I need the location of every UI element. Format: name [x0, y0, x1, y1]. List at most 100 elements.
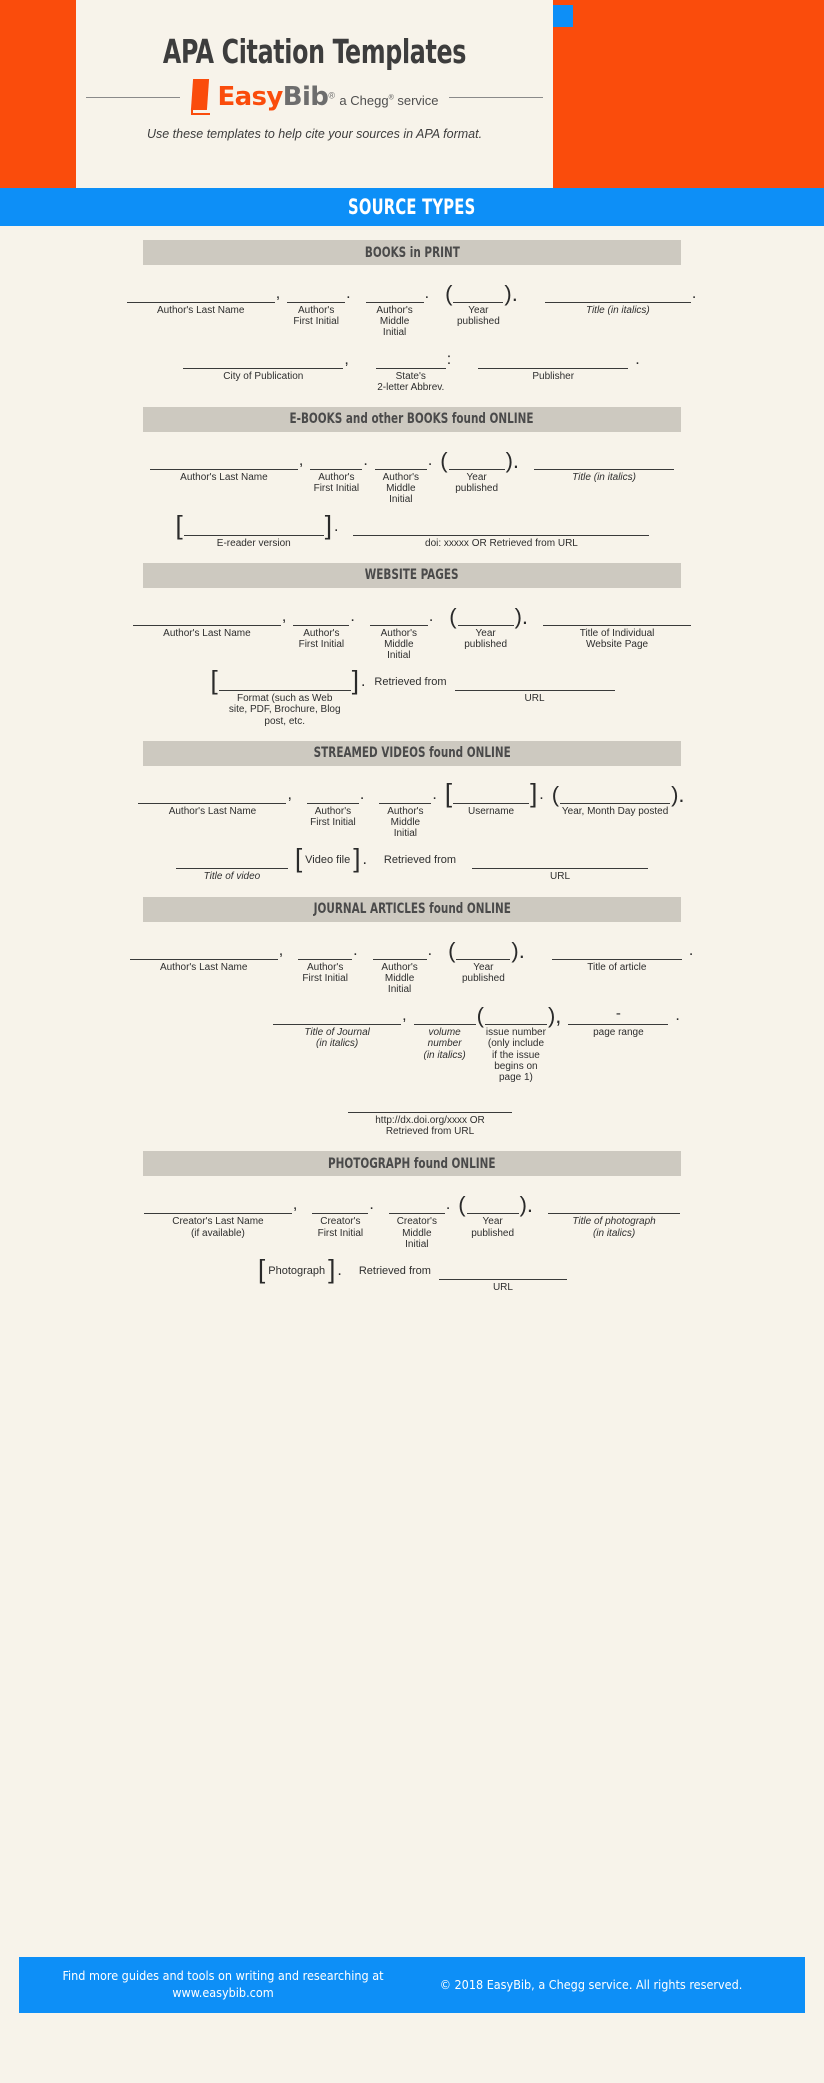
fill-in-blank[interactable]: [472, 851, 649, 870]
field-slot[interactable]: http://dx.doi.org/xxxx OR Retrieved from…: [348, 1095, 512, 1137]
fill-in-blank[interactable]: [560, 786, 671, 804]
fill-in-blank[interactable]: [310, 452, 363, 470]
fill-in-blank[interactable]: [543, 608, 692, 626]
fill-in-blank[interactable]: [466, 1196, 519, 1215]
field-slot[interactable]: Title of video: [175, 851, 288, 882]
fill-in-blank[interactable]: [369, 608, 428, 626]
template-line: [Photograph]. Retrieved from URL: [0, 1254, 824, 1293]
field-slot[interactable]: City of Publication: [183, 351, 344, 382]
field-slot[interactable]: Year published: [448, 452, 505, 494]
field-slot[interactable]: E-reader version: [183, 518, 324, 549]
fill-in-blank[interactable]: [484, 1007, 547, 1026]
field-slot[interactable]: Format (such as Web site, PDF, Brochure,…: [218, 673, 351, 727]
fill-in-blank[interactable]: [183, 518, 324, 536]
field-slot[interactable]: Author's First Initial: [287, 285, 346, 327]
book-icon: [190, 79, 212, 115]
fill-in-blank[interactable]: [544, 285, 691, 303]
fill-in-blank[interactable]: [456, 942, 511, 960]
fill-in-blank[interactable]: [129, 942, 278, 960]
template-line: Title of Journal (in italics), volume num…: [0, 1005, 824, 1083]
field-slot[interactable]: Author's Last Name: [149, 452, 298, 483]
fill-in-blank[interactable]: [138, 786, 287, 804]
fill-in-blank[interactable]: [413, 1007, 476, 1026]
punctuation-mark: .: [360, 673, 366, 691]
fill-in-blank[interactable]: [551, 942, 682, 960]
fill-in-blank[interactable]: [353, 518, 650, 536]
field-slot[interactable]: Creator's Middle Initial: [388, 1196, 445, 1250]
fill-in-blank[interactable]: [478, 351, 629, 369]
fill-in-blank[interactable]: [298, 942, 353, 960]
fill-in-blank[interactable]: [312, 1196, 369, 1215]
field-slot[interactable]: Title of Individual Website Page: [543, 608, 692, 650]
field-slot[interactable]: doi: xxxxx OR Retrieved from URL: [353, 518, 650, 549]
field-slot[interactable]: Author's First Initial: [306, 786, 359, 828]
section-title-label: E-BOOKS and other BOOKS found ONLINE: [289, 411, 535, 428]
field-slot[interactable]: Creator's Last Name (if available): [143, 1196, 292, 1239]
field-slot[interactable]: Author's Middle Initial: [372, 942, 427, 996]
field-slot[interactable]: volume number (in italics): [413, 1007, 476, 1061]
field-slot[interactable]: Title of Journal (in italics): [273, 1007, 402, 1049]
field-slot[interactable]: URL: [472, 851, 649, 882]
fill-in-blank[interactable]: [348, 1095, 512, 1114]
fill-in-blank[interactable]: [287, 285, 346, 303]
field-slot[interactable]: Author's Middle Initial: [365, 285, 424, 339]
field-slot[interactable]: Author's First Initial: [310, 452, 363, 494]
field-slot[interactable]: page range: [568, 1007, 669, 1038]
field-slot[interactable]: Year published: [457, 608, 514, 650]
field-slot[interactable]: Author's Last Name: [138, 786, 287, 817]
field-slot[interactable]: issue number (only include if the issue …: [484, 1007, 547, 1083]
fill-in-blank[interactable]: [379, 786, 432, 804]
fill-in-blank[interactable]: [365, 285, 424, 303]
fill-in-blank[interactable]: [175, 851, 288, 870]
field-slot[interactable]: Author's First Initial: [298, 942, 353, 984]
field-slot[interactable]: Username: [453, 786, 530, 817]
field-slot[interactable]: Title of photograph (in italics): [548, 1196, 681, 1239]
fill-in-blank[interactable]: [293, 608, 350, 626]
fill-in-blank[interactable]: [372, 942, 427, 960]
fill-in-blank[interactable]: [457, 608, 514, 626]
fill-in-blank[interactable]: [132, 608, 281, 626]
fill-in-blank[interactable]: [126, 285, 275, 303]
field-slot[interactable]: Title (in italics): [544, 285, 691, 316]
field-slot[interactable]: URL: [438, 1262, 567, 1293]
fill-in-blank[interactable]: [183, 351, 344, 369]
fill-in-blank[interactable]: [143, 1196, 292, 1215]
punctuation-mark: [: [258, 1254, 266, 1284]
fill-in-blank[interactable]: [388, 1196, 445, 1215]
fill-in-blank[interactable]: [149, 452, 298, 470]
field-slot[interactable]: Author's Middle Initial: [379, 786, 432, 840]
field-slot[interactable]: Year, Month Day posted: [560, 786, 671, 817]
field-slot[interactable]: Title (in italics): [534, 452, 675, 483]
row-spacer: [0, 661, 824, 673]
fill-in-blank[interactable]: [273, 1007, 402, 1026]
fill-in-blank[interactable]: [438, 1262, 567, 1280]
fill-in-blank[interactable]: [306, 786, 359, 804]
field-slot[interactable]: Title of article: [551, 942, 682, 973]
field-slot[interactable]: URL: [454, 673, 615, 704]
fill-in-blank[interactable]: [453, 786, 530, 804]
fill-in-blank[interactable]: [568, 1007, 669, 1026]
punctuation-mark: ).: [504, 281, 518, 306]
field-slot[interactable]: Year published: [466, 1196, 519, 1239]
field-slot[interactable]: Author's First Initial: [293, 608, 350, 650]
field-slot[interactable]: Author's Middle Initial: [374, 452, 427, 506]
field-slot[interactable]: Author's Last Name: [126, 285, 275, 316]
field-slot[interactable]: State's 2-letter Abbrev.: [375, 351, 446, 393]
field-slot[interactable]: Author's Middle Initial: [369, 608, 428, 662]
fill-in-blank[interactable]: [454, 673, 615, 692]
field-slot[interactable]: Author's Last Name: [129, 942, 278, 973]
field-slot[interactable]: Year published: [453, 285, 504, 327]
fill-in-blank[interactable]: [375, 351, 446, 369]
fill-in-blank[interactable]: [448, 452, 505, 470]
field-slot[interactable]: Year published: [456, 942, 511, 984]
fill-in-blank[interactable]: [453, 285, 504, 303]
field-slot[interactable]: Creator's First Initial: [312, 1196, 369, 1239]
fill-in-blank[interactable]: [374, 452, 427, 470]
field-label: Year published: [464, 627, 508, 650]
fill-in-blank[interactable]: [218, 673, 351, 692]
field-slot[interactable]: Author's Last Name: [132, 608, 281, 639]
logo-easy-text: Easy: [217, 82, 283, 112]
field-slot[interactable]: Publisher: [478, 351, 629, 382]
fill-in-blank[interactable]: [534, 452, 675, 470]
fill-in-blank[interactable]: [548, 1196, 681, 1215]
